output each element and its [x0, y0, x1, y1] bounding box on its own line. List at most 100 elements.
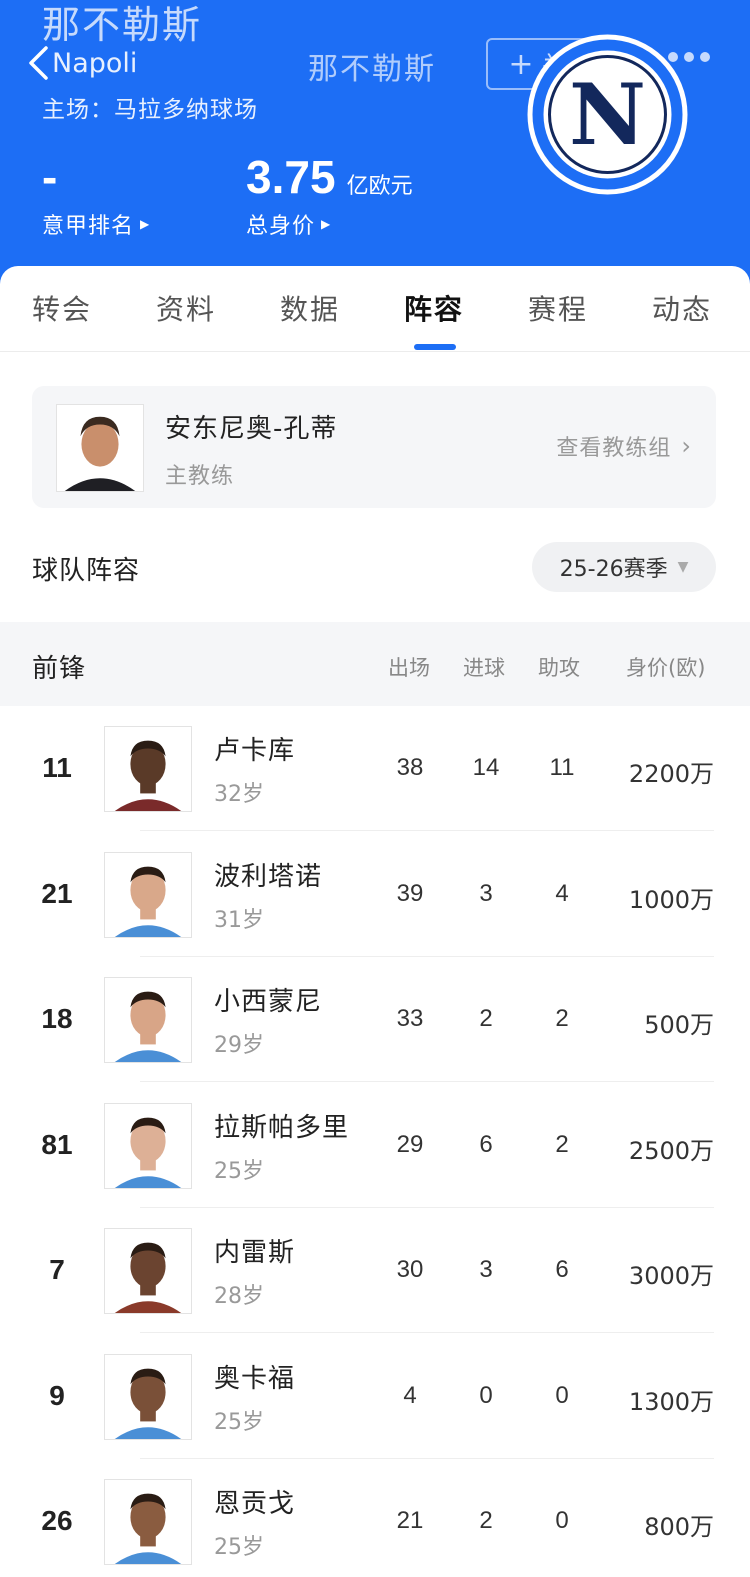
player-apps: 4 [403, 1381, 417, 1409]
player-row[interactable]: 26 恩贡戈 25岁 21 2 0 800万 [0, 1459, 750, 1577]
player-photo [104, 851, 192, 938]
player-apps: 29 [396, 1130, 424, 1158]
col-header-assists: 助攻 [538, 656, 580, 680]
team-logo: N [527, 34, 688, 195]
player-row[interactable]: 81 拉斯帕多里 25岁 29 6 2 2500万 [0, 1083, 750, 1208]
player-apps: 21 [396, 1507, 424, 1534]
player-name: 内雷斯 [214, 1238, 296, 1268]
coach-role: 主教练 [165, 464, 235, 489]
player-market-value: 1000万 [628, 885, 714, 914]
player-assists: 2 [555, 1130, 569, 1158]
team-name-large: 那不勒斯 [42, 3, 203, 47]
player-goals: 3 [479, 1256, 493, 1283]
player-name: 奥卡福 [214, 1363, 296, 1394]
player-name: 恩贡戈 [214, 1489, 296, 1519]
player-assists: 11 [549, 754, 575, 781]
player-photo [104, 977, 192, 1063]
player-market-value: 500万 [644, 1011, 714, 1039]
player-photo [104, 1479, 192, 1565]
coach-name: 安东尼奥-孔蒂 [165, 414, 338, 444]
total-value-number: 3.75 [246, 151, 336, 203]
tab-bar: 转会 资料 数据 阵容 赛程 动态 [0, 266, 750, 352]
player-age: 28岁 [214, 1284, 264, 1309]
player-apps: 38 [396, 754, 424, 781]
player-number: 21 [41, 877, 73, 909]
player-market-value: 2200万 [628, 760, 714, 788]
stadium-text: 主场：马拉多纳球场 [42, 97, 258, 123]
player-market-value: 800万 [644, 1513, 714, 1541]
player-apps: 39 [396, 879, 424, 907]
tab-stats[interactable]: 数据 [280, 288, 340, 328]
tab-schedule[interactable]: 赛程 [528, 288, 588, 328]
player-apps: 30 [396, 1256, 424, 1283]
caret-right-icon: ▶ [140, 217, 151, 231]
player-number: 9 [49, 1379, 65, 1411]
league-rank-value: - [42, 151, 58, 203]
player-number: 11 [42, 752, 72, 783]
player-apps: 33 [396, 1005, 424, 1032]
coach-photo [56, 404, 144, 492]
coach-card[interactable]: 安东尼奥-孔蒂 主教练 查看教练组 › [32, 386, 716, 508]
back-button[interactable]: Napoli [26, 44, 137, 82]
active-tab-indicator [414, 344, 456, 350]
content-panel: 转会 资料 数据 阵容 赛程 动态 安东尼奥-孔蒂 主教练 查看教练组 › 球队阵… [0, 266, 750, 1577]
player-goals: 14 [472, 754, 500, 781]
player-row[interactable]: 9 奥卡福 25岁 4 0 0 1300万 [0, 1334, 750, 1459]
player-goals: 2 [479, 1005, 493, 1032]
player-row[interactable]: 7 内雷斯 28岁 30 3 6 3000万 [0, 1208, 750, 1333]
player-assists: 0 [555, 1381, 569, 1409]
player-assists: 4 [555, 879, 569, 907]
player-assists: 2 [555, 1005, 569, 1032]
player-photo [104, 726, 192, 812]
player-name: 波利塔诺 [214, 861, 323, 892]
player-number: 81 [41, 1128, 73, 1160]
nav-title: 那不勒斯 [308, 52, 436, 87]
tab-transfers[interactable]: 转会 [32, 288, 92, 328]
position-header: 前锋 出场 进球 助攻 身价(欧) [0, 622, 750, 706]
player-goals: 0 [479, 1381, 493, 1409]
col-header-value: 身价(欧) [626, 656, 706, 680]
team-header: 那不勒斯 Napoli 那不勒斯 + 关注 主场：马拉多纳球场 N - 意甲排名… [0, 0, 750, 290]
league-rank-label: 意甲排名 ▶ [42, 214, 151, 239]
chevron-right-icon: › [681, 432, 692, 460]
league-rank[interactable]: - 意甲排名 ▶ [42, 150, 150, 240]
player-age: 25岁 [214, 1158, 264, 1184]
player-row[interactable]: 11 卢卡库 32岁 38 14 11 2200万 [0, 706, 750, 831]
player-assists: 6 [555, 1256, 569, 1283]
player-age: 25岁 [214, 1409, 264, 1435]
logo-letter: N [569, 65, 646, 164]
player-goals: 3 [479, 879, 493, 907]
caret-right-icon: ▶ [321, 217, 332, 231]
col-header-apps: 出场 [388, 656, 430, 680]
player-age: 31岁 [214, 907, 264, 933]
player-row[interactable]: 21 波利塔诺 31岁 39 3 4 1000万 [0, 832, 750, 957]
total-value-label: 总身价 ▶ [246, 214, 332, 239]
player-name: 小西蒙尼 [214, 987, 323, 1017]
back-label: Napoli [52, 47, 138, 79]
player-market-value: 1300万 [628, 1387, 714, 1416]
dropdown-arrow-icon: ▼ [677, 559, 689, 575]
tab-profile[interactable]: 资料 [156, 288, 216, 328]
season-select[interactable]: 25-26赛季 ▼ [532, 542, 716, 592]
chevron-left-icon [29, 46, 48, 80]
player-number: 7 [49, 1254, 65, 1285]
tab-squad[interactable]: 阵容 [404, 288, 464, 328]
player-age: 29岁 [214, 1033, 264, 1058]
player-market-value: 3000万 [628, 1262, 714, 1290]
col-header-goals: 进球 [463, 656, 505, 680]
view-coaching-staff-link[interactable]: 查看教练组 › [556, 430, 692, 462]
total-value[interactable]: 3.75 亿欧元 总身价 ▶ [246, 150, 413, 240]
squad-title: 球队阵容 [32, 556, 141, 586]
player-row[interactable]: 18 小西蒙尼 29岁 33 2 2 500万 [0, 957, 750, 1082]
player-age: 25岁 [214, 1535, 264, 1560]
player-number: 18 [41, 1003, 73, 1034]
player-market-value: 2500万 [628, 1136, 714, 1165]
player-age: 32岁 [214, 782, 264, 807]
player-number: 26 [41, 1505, 73, 1536]
position-label: 前锋 [32, 654, 87, 684]
player-photo [104, 1102, 192, 1189]
player-photo [104, 1353, 192, 1440]
player-name: 拉斯帕多里 [214, 1112, 350, 1143]
tab-news[interactable]: 动态 [652, 288, 712, 328]
player-assists: 0 [555, 1507, 569, 1534]
